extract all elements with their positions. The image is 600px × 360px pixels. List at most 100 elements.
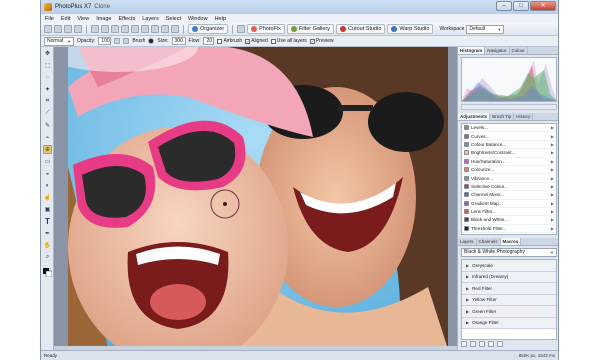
tab-adjustments[interactable]: Adjustments <box>458 113 491 120</box>
adjustment-item[interactable]: Channel Mixer... ▶ <box>462 191 556 200</box>
copy-icon[interactable] <box>101 25 109 33</box>
menu-help[interactable]: Help <box>215 16 226 22</box>
cut-icon[interactable] <box>91 25 99 33</box>
menu-view[interactable]: View <box>77 16 89 22</box>
chevron-right-icon[interactable]: ▶ <box>551 226 554 231</box>
adjustment-item[interactable]: Posterize... ▶ <box>462 233 556 235</box>
flow-field[interactable]: 20 <box>203 37 215 45</box>
tab-layers[interactable]: Layers <box>458 238 477 245</box>
shape-icon[interactable]: ▣ <box>43 205 52 214</box>
aligned-checkbox[interactable]: ✓ <box>245 38 251 44</box>
size-field[interactable]: 300 <box>171 37 186 45</box>
macro-item[interactable]: ▶ Infrared (Dreamy) <box>462 271 556 283</box>
opacity-slider-icon[interactable] <box>114 38 121 44</box>
adjustment-item[interactable]: Gradient Map... ▶ <box>462 200 556 208</box>
macro-item[interactable]: ▶ Green Filter <box>462 306 556 318</box>
workspace-select[interactable]: Default ▼ <box>466 24 505 34</box>
redo-icon[interactable] <box>131 25 139 33</box>
tab-channels[interactable]: Channels <box>477 238 501 245</box>
adjustment-item[interactable]: Hue/Saturation... ▶ <box>462 158 556 166</box>
opacity-field[interactable]: 100 <box>98 37 112 45</box>
adjustment-item[interactable]: Selective Colour... ▶ <box>462 183 556 192</box>
eyedropper-icon[interactable]: ✎ <box>43 121 52 130</box>
photo-canvas[interactable] <box>68 47 448 349</box>
chevron-right-icon[interactable]: ▶ <box>551 167 554 172</box>
organizer-button[interactable]: Organizer <box>188 24 229 34</box>
open-file-icon[interactable] <box>54 25 62 33</box>
zoom-in-icon[interactable] <box>141 25 149 33</box>
adjustment-item[interactable]: Curves... ▶ <box>462 132 556 141</box>
macro-item[interactable]: ▶ Greyscale <box>462 260 556 272</box>
minimize-button[interactable]: – <box>496 1 512 11</box>
zoom-icon[interactable]: ⌕ <box>43 253 52 262</box>
zoom-out-icon[interactable] <box>151 25 159 33</box>
adjustment-item[interactable]: Black and White... ▶ <box>462 216 556 225</box>
aligned-toggle[interactable]: ✓ Aligned <box>245 38 268 44</box>
chevron-right-icon[interactable]: ▶ <box>551 192 554 197</box>
import-icon[interactable] <box>237 25 246 33</box>
magic-wand-icon[interactable]: ✦ <box>43 85 52 94</box>
chevron-right-icon[interactable]: ▶ <box>551 234 554 235</box>
warp-studio-button[interactable]: Warp Studio <box>387 24 434 34</box>
airbrush-checkbox[interactable] <box>217 38 223 44</box>
tab-colour[interactable]: Colour <box>510 47 528 54</box>
fill-icon[interactable]: ◒ <box>43 169 52 178</box>
tab-navigator[interactable]: Navigator <box>485 47 510 54</box>
brush-tip-icon[interactable] <box>148 38 155 44</box>
clone-icon[interactable]: ⊕ <box>43 145 52 154</box>
blend-mode-select[interactable]: Normal ▼ <box>44 36 74 46</box>
save-icon[interactable] <box>64 25 72 33</box>
fit-to-window-icon[interactable] <box>161 25 169 33</box>
delete-icon[interactable] <box>497 341 503 347</box>
chevron-right-icon[interactable]: ▶ <box>551 134 554 139</box>
text-icon[interactable]: T <box>43 217 52 226</box>
expand-icon[interactable]: ▶ <box>466 274 469 279</box>
adjustment-item[interactable]: Lens Filter... ▶ <box>462 208 556 217</box>
expand-icon[interactable]: ▶ <box>466 263 469 268</box>
macro-category-select[interactable]: Black & White Photography ▼ <box>461 248 557 257</box>
photofix-button[interactable]: PhotoFix <box>247 24 285 34</box>
lasso-icon[interactable]: ◌ <box>43 73 52 82</box>
menu-image[interactable]: Image <box>96 16 111 22</box>
airbrush-toggle[interactable]: Airbrush <box>217 38 242 44</box>
rotate-icon[interactable] <box>171 25 179 33</box>
filter-gallery-button[interactable]: Filter Gallery <box>286 24 335 34</box>
adjustment-item[interactable]: Vibrance... ▶ <box>462 174 556 183</box>
macro-item[interactable]: ▶ Orange Filter <box>462 317 556 329</box>
menu-effects[interactable]: Effects <box>118 16 135 22</box>
menu-select[interactable]: Select <box>166 16 181 22</box>
chevron-right-icon[interactable]: ▶ <box>551 125 554 130</box>
foreground-background-swatch-icon[interactable] <box>43 268 52 277</box>
smudge-icon[interactable]: ☝ <box>43 193 52 202</box>
adjustment-item[interactable]: Colour Balance... ▶ <box>462 141 556 150</box>
eraser-icon[interactable]: ▭ <box>43 157 52 166</box>
undo-icon[interactable] <box>121 25 129 33</box>
tab-histogram[interactable]: Histogram <box>458 47 486 54</box>
macro-item[interactable]: ▶ Yellow Filter <box>462 294 556 306</box>
play-macro-icon[interactable] <box>461 341 467 347</box>
chevron-right-icon[interactable]: ▶ <box>551 201 554 206</box>
paste-icon[interactable] <box>111 25 119 33</box>
expand-icon[interactable]: ▶ <box>466 320 469 325</box>
brush-icon[interactable]: ⌁ <box>43 133 52 142</box>
folder-icon[interactable] <box>488 341 494 347</box>
new-macro-icon[interactable] <box>479 341 485 347</box>
macro-item[interactable]: ▶ Red Filter <box>462 283 556 295</box>
move-icon[interactable]: ✥ <box>43 49 52 58</box>
maximize-button[interactable]: □ <box>513 1 529 11</box>
chevron-right-icon[interactable]: ▶ <box>551 142 554 147</box>
close-button[interactable]: ✕ <box>530 1 556 11</box>
hand-icon[interactable]: ✋ <box>43 241 52 250</box>
expand-icon[interactable]: ▶ <box>466 309 469 314</box>
pen-icon[interactable]: ✒ <box>43 229 52 238</box>
tab-macros[interactable]: Macros <box>500 238 522 245</box>
cutout-studio-button[interactable]: Cutout Studio <box>336 24 386 34</box>
selection-icon[interactable]: ⬚ <box>43 61 52 70</box>
chevron-right-icon[interactable]: ▶ <box>551 217 554 222</box>
menu-window[interactable]: Window <box>188 16 208 22</box>
crop-icon[interactable]: ⌗ <box>43 97 52 106</box>
chevron-right-icon[interactable]: ▶ <box>551 209 554 214</box>
adjustment-item[interactable]: Threshold Filter... ▶ <box>462 225 556 234</box>
use-all-layers-toggle[interactable]: Use all layers <box>270 38 307 44</box>
dodge-icon[interactable]: ◐ <box>43 181 52 190</box>
